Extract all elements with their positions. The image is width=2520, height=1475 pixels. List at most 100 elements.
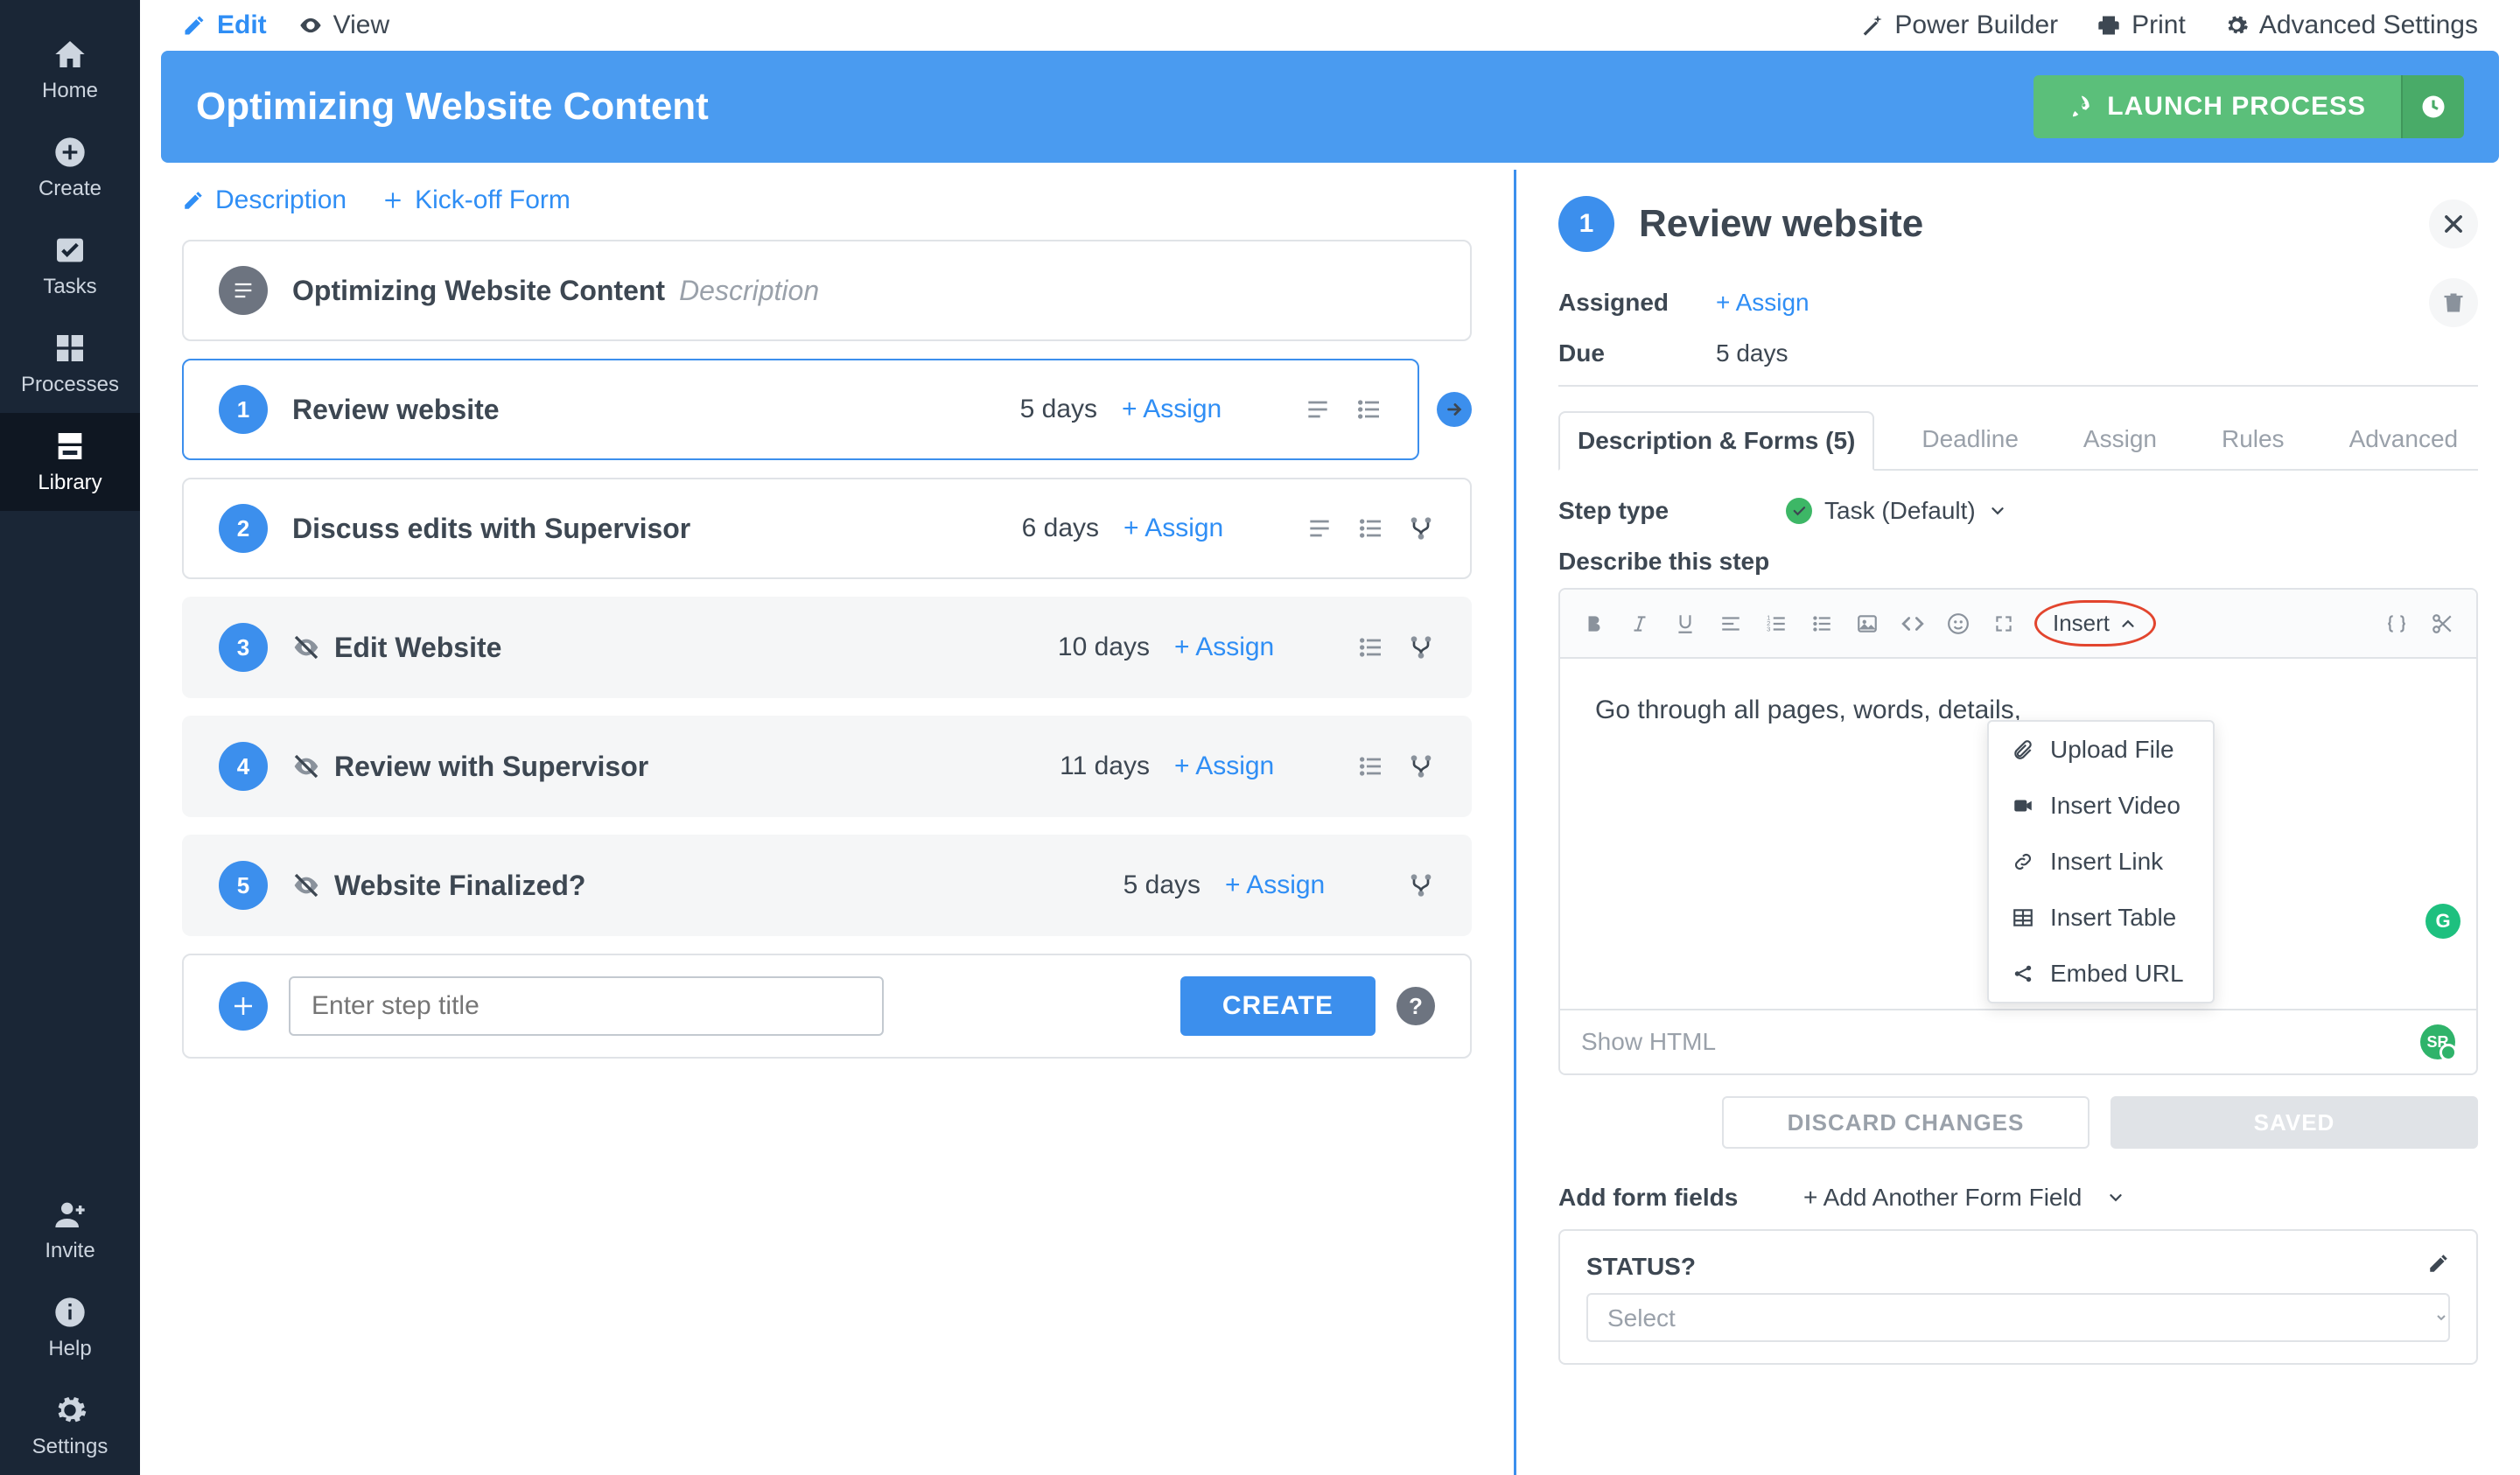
underline-icon <box>1674 612 1697 635</box>
due-value: 5 days <box>1716 339 1788 367</box>
hidden-icon <box>292 633 320 661</box>
rail-settings[interactable]: Settings <box>0 1377 140 1475</box>
step-card[interactable]: 1 Review website 5 days + Assign <box>182 359 1419 460</box>
close-detail-button[interactable] <box>2429 199 2478 248</box>
help-button[interactable]: ? <box>1396 987 1435 1025</box>
list-icon[interactable] <box>1356 514 1384 542</box>
form-field-select[interactable]: Select <box>1586 1293 2450 1342</box>
rail-home[interactable]: Home <box>0 21 140 119</box>
step-deadline[interactable]: 5 days <box>1026 870 1200 900</box>
chevron-down-icon <box>1988 501 2007 521</box>
mode-edit[interactable]: Edit <box>182 10 267 40</box>
variables-button[interactable] <box>2378 605 2415 642</box>
step-assign[interactable]: + Assign <box>1174 633 1332 662</box>
process-header-card[interactable]: Optimizing Website ContentDescription <box>182 240 1472 341</box>
step-deadline[interactable]: 5 days <box>922 395 1097 424</box>
pencil-icon <box>182 189 205 212</box>
lines-icon[interactable] <box>1306 514 1334 542</box>
rail-processes[interactable]: Processes <box>0 315 140 413</box>
delete-step-button[interactable] <box>2429 278 2478 327</box>
branch-icon[interactable] <box>1407 871 1435 899</box>
launch-button[interactable]: LAUNCH PROCESS <box>2034 75 2401 138</box>
italic-button[interactable] <box>1621 605 1658 642</box>
rail-help[interactable]: Help <box>0 1279 140 1377</box>
user-avatar[interactable]: SR <box>2420 1024 2455 1059</box>
launch-banner: Optimizing Website Content LAUNCH PROCES… <box>161 51 2499 163</box>
mode-view[interactable]: View <box>298 10 389 40</box>
process-hint: Description <box>679 275 819 307</box>
grammarly-badge[interactable]: G <box>2426 904 2460 939</box>
step-assign[interactable]: + Assign <box>1225 870 1382 900</box>
list-icon[interactable] <box>1354 395 1382 423</box>
insert-embed-url[interactable]: Embed URL <box>1989 946 2213 1002</box>
tab-rules[interactable]: Rules <box>2204 411 2302 469</box>
align-button[interactable] <box>1712 605 1749 642</box>
tab-description-forms[interactable]: Description & Forms (5) <box>1558 411 1874 471</box>
step-card[interactable]: 5 Website Finalized? 5 days + Assign <box>182 835 1472 936</box>
rail-create[interactable]: Create <box>0 119 140 217</box>
insert-upload-file[interactable]: Upload File <box>1989 722 2213 778</box>
ordered-list-button[interactable] <box>1758 605 1795 642</box>
bold-button[interactable] <box>1576 605 1613 642</box>
step-number: 2 <box>219 504 268 553</box>
plus-icon <box>382 189 404 212</box>
step-card[interactable]: 4 Review with Supervisor 11 days + Assig… <box>182 716 1472 817</box>
step-deadline[interactable]: 6 days <box>924 514 1099 543</box>
tab-deadline[interactable]: Deadline <box>1904 411 2036 469</box>
new-step-input[interactable] <box>289 976 884 1036</box>
step-deadline[interactable]: 10 days <box>975 633 1150 662</box>
tab-assign[interactable]: Assign <box>2066 411 2174 469</box>
unordered-list-button[interactable] <box>1803 605 1840 642</box>
list-icon[interactable] <box>1356 633 1384 661</box>
step-type-selector[interactable]: Task (Default) <box>1786 497 2007 525</box>
open-detail-button[interactable] <box>1437 392 1472 427</box>
branch-icon[interactable] <box>1407 752 1435 780</box>
print[interactable]: Print <box>2096 10 2186 40</box>
rail-library[interactable]: Library <box>0 413 140 511</box>
branch-icon[interactable] <box>1407 633 1435 661</box>
step-deadline[interactable]: 11 days <box>975 751 1150 781</box>
step-assign[interactable]: + Assign <box>1174 751 1332 781</box>
add-form-field-button[interactable]: + Add Another Form Field <box>1803 1184 2125 1212</box>
launch-menu[interactable] <box>2401 75 2464 138</box>
list-icon[interactable] <box>1356 752 1384 780</box>
step-card[interactable]: 2 Discuss edits with Supervisor 6 days +… <box>182 478 1472 579</box>
tab-description[interactable]: Description <box>182 185 346 215</box>
close-icon <box>2441 212 2466 236</box>
image-button[interactable] <box>1849 605 1886 642</box>
fullscreen-button[interactable] <box>1985 605 2022 642</box>
builder-pane: Description Kick-off Form Optimizing Web… <box>140 170 1514 1475</box>
gear-icon <box>2224 13 2249 38</box>
create-step-button[interactable]: CREATE <box>1180 976 1376 1036</box>
step-card[interactable]: 3 Edit Website 10 days + Assign <box>182 597 1472 698</box>
insert-button[interactable]: Insert <box>2034 600 2156 647</box>
lines-icon[interactable] <box>1304 395 1332 423</box>
step-assign[interactable]: + Assign <box>1122 395 1279 424</box>
step-assign[interactable]: + Assign <box>1124 514 1281 543</box>
show-html-link[interactable]: Show HTML <box>1581 1028 1716 1056</box>
snippets-button[interactable] <box>2424 605 2460 642</box>
advanced-settings[interactable]: Advanced Settings <box>2224 10 2478 40</box>
insert-table[interactable]: Insert Table <box>1989 890 2213 946</box>
print-icon <box>2096 13 2121 38</box>
edit-form-field-button[interactable] <box>2427 1252 2450 1281</box>
rail-tasks[interactable]: Tasks <box>0 217 140 315</box>
underline-button[interactable] <box>1667 605 1704 642</box>
align-icon <box>1719 612 1742 635</box>
tab-kickoff[interactable]: Kick-off Form <box>382 185 570 215</box>
code-button[interactable] <box>1894 605 1931 642</box>
editor-body[interactable]: Go through all pages, words, details, G … <box>1560 659 2476 1009</box>
insert-video[interactable]: Insert Video <box>1989 778 2213 834</box>
new-step-row: CREATE ? <box>182 954 1472 1059</box>
rail-invite[interactable]: Invite <box>0 1181 140 1279</box>
clip-icon <box>2012 738 2034 761</box>
emoji-button[interactable] <box>1940 605 1977 642</box>
discard-changes-button[interactable]: DISCARD CHANGES <box>1722 1096 2090 1149</box>
branch-icon[interactable] <box>1407 514 1435 542</box>
tab-advanced[interactable]: Advanced <box>2332 411 2476 469</box>
assign-link[interactable]: + Assign <box>1716 289 1810 317</box>
add-step-icon <box>219 982 268 1031</box>
power-builder[interactable]: Power Builder <box>1859 10 2058 40</box>
insert-link[interactable]: Insert Link <box>1989 834 2213 890</box>
step-type-label: Step type <box>1558 497 1786 525</box>
